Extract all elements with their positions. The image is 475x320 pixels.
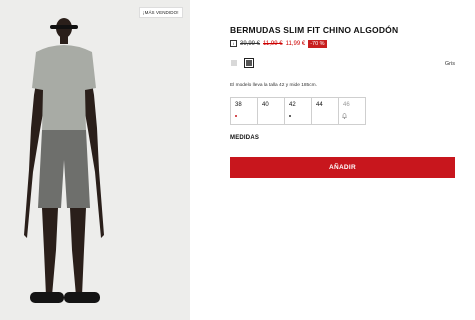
product-photo[interactable]: ¡MÁS VENDIDO! [0,0,190,320]
measures-link[interactable]: MEDIDAS [230,135,259,141]
selected-color-name: Gris [444,61,455,67]
size-label: 38 [235,102,242,108]
size-option-40[interactable]: 40 [258,98,285,124]
low-stock-indicator [235,115,237,117]
size-label: 40 [262,102,269,108]
original-price: 39,99 € [240,40,261,47]
product-title: BERMUDAS SLIM FIT CHINO ALGODÓN [230,25,399,35]
size-label: 46 [343,102,350,108]
info-icon[interactable]: i [230,40,237,47]
current-price: 11,99 € [285,40,306,47]
size-option-44[interactable]: 44 [312,98,339,124]
model-info: El modelo lleva la talla 42 y mide 185cm… [230,83,317,88]
low-stock-indicator [289,115,291,117]
color-swatch-dark-gray[interactable] [244,58,254,68]
color-swatch-light-gray[interactable] [231,60,237,66]
size-selector: 38 40 42 44 46 [230,97,366,125]
size-option-42[interactable]: 42 [285,98,312,124]
size-option-46[interactable]: 46 [339,98,365,124]
size-option-38[interactable]: 38 [231,98,258,124]
bell-icon [341,113,348,121]
size-label: 44 [316,102,323,108]
bestseller-badge: ¡MÁS VENDIDO! [139,7,183,18]
add-to-cart-button[interactable]: AÑADIR [230,157,455,178]
size-label: 42 [289,102,296,108]
model-image [0,0,190,320]
previous-price: 11,99 € [263,40,283,47]
discount-badge: -70 % [308,39,327,48]
price-row: i 39,99 € 11,99 € 11,99 € -70 % [230,39,327,48]
